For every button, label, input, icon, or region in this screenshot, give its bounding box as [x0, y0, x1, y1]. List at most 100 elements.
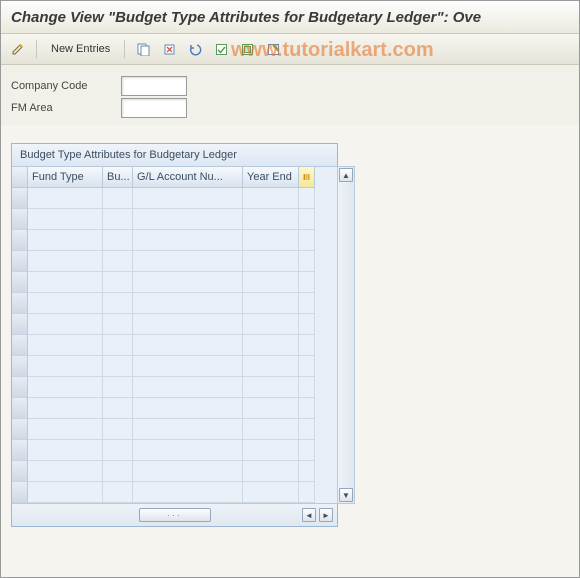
select-block-button[interactable] — [236, 38, 258, 60]
grid-cell[interactable] — [103, 356, 133, 377]
grid-cell[interactable] — [133, 209, 243, 230]
grid-cell[interactable] — [28, 377, 103, 398]
row-selector[interactable] — [12, 335, 28, 356]
grid-cell[interactable] — [243, 335, 299, 356]
grid-cell[interactable] — [28, 461, 103, 482]
grid-cell[interactable] — [103, 419, 133, 440]
grid-cell[interactable] — [133, 440, 243, 461]
configure-columns-button[interactable] — [299, 167, 315, 188]
grid-cell[interactable] — [28, 209, 103, 230]
grid-cell[interactable] — [103, 482, 133, 503]
row-selector[interactable] — [12, 314, 28, 335]
grid-cell[interactable] — [133, 482, 243, 503]
grid-cell[interactable] — [28, 419, 103, 440]
vscroll-up-button[interactable]: ▲ — [339, 168, 353, 182]
hscroll-left-button[interactable]: ◄ — [302, 508, 316, 522]
grid-cell[interactable] — [243, 272, 299, 293]
grid-corner-cell[interactable] — [12, 167, 28, 188]
grid-cell[interactable] — [28, 335, 103, 356]
select-all-button[interactable] — [210, 38, 232, 60]
grid-cell[interactable] — [133, 398, 243, 419]
grid-cell[interactable] — [133, 356, 243, 377]
row-selector[interactable] — [12, 377, 28, 398]
row-selector[interactable] — [12, 230, 28, 251]
grid-cell[interactable] — [243, 251, 299, 272]
grid-cell[interactable] — [103, 251, 133, 272]
row-selector[interactable] — [12, 209, 28, 230]
grid-cell[interactable] — [103, 209, 133, 230]
hscroll-handle[interactable]: ··· — [139, 508, 211, 522]
fm-area-input[interactable] — [121, 98, 187, 118]
row-selector[interactable] — [12, 356, 28, 377]
grid-cell[interactable] — [243, 356, 299, 377]
grid-cell[interactable] — [103, 314, 133, 335]
grid-cell[interactable] — [243, 482, 299, 503]
grid-cell[interactable] — [133, 230, 243, 251]
grid-cell[interactable] — [243, 419, 299, 440]
col-header-year-end[interactable]: Year End — [243, 167, 299, 188]
col-header-budget-type[interactable]: Bu... — [103, 167, 133, 188]
toggle-display-change-button[interactable] — [7, 38, 29, 60]
window-title: Change View "Budget Type Attributes for … — [11, 9, 481, 26]
grid-cell[interactable] — [28, 314, 103, 335]
grid-cell[interactable] — [243, 314, 299, 335]
col-header-fund-type[interactable]: Fund Type — [28, 167, 103, 188]
copy-as-button[interactable] — [132, 38, 154, 60]
grid-cell[interactable] — [103, 377, 133, 398]
deselect-all-button[interactable] — [262, 38, 284, 60]
row-end-cell — [299, 461, 315, 482]
grid-cell[interactable] — [28, 188, 103, 209]
grid-cell[interactable] — [243, 209, 299, 230]
grid-cell[interactable] — [133, 188, 243, 209]
vscroll-down-button[interactable]: ▼ — [339, 488, 353, 502]
grid-cell[interactable] — [28, 251, 103, 272]
grid-cell[interactable] — [103, 272, 133, 293]
grid-cell[interactable] — [133, 335, 243, 356]
grid-cell[interactable] — [103, 461, 133, 482]
grid-cell[interactable] — [28, 293, 103, 314]
row-selector[interactable] — [12, 419, 28, 440]
hscroll-right-button[interactable]: ► — [319, 508, 333, 522]
grid-cell[interactable] — [28, 272, 103, 293]
delete-button[interactable] — [158, 38, 180, 60]
grid-cell[interactable] — [243, 398, 299, 419]
grid-cell[interactable] — [28, 356, 103, 377]
row-selector[interactable] — [12, 482, 28, 503]
grid-cell[interactable] — [103, 440, 133, 461]
row-selector[interactable] — [12, 440, 28, 461]
grid-cell[interactable] — [243, 440, 299, 461]
grid-cell[interactable] — [133, 461, 243, 482]
company-code-input[interactable] — [121, 76, 187, 96]
row-selector[interactable] — [12, 293, 28, 314]
grid-cell[interactable] — [133, 293, 243, 314]
grid-cell[interactable] — [243, 377, 299, 398]
grid-cell[interactable] — [243, 293, 299, 314]
grid-cell[interactable] — [133, 272, 243, 293]
grid-cell[interactable] — [28, 440, 103, 461]
grid-cell[interactable] — [243, 461, 299, 482]
undo-button[interactable] — [184, 38, 206, 60]
grid-cell[interactable] — [103, 293, 133, 314]
row-selector[interactable] — [12, 272, 28, 293]
grid-cell[interactable] — [133, 251, 243, 272]
grid-cell[interactable] — [133, 377, 243, 398]
grid-cell[interactable] — [28, 230, 103, 251]
col-header-gl-account[interactable]: G/L Account Nu... — [133, 167, 243, 188]
company-code-row: Company Code — [11, 75, 569, 97]
grid-cell[interactable] — [28, 398, 103, 419]
row-selector[interactable] — [12, 461, 28, 482]
row-selector[interactable] — [12, 188, 28, 209]
grid-cell[interactable] — [133, 419, 243, 440]
new-entries-button[interactable]: New Entries — [44, 38, 117, 60]
row-selector[interactable] — [12, 251, 28, 272]
grid-cell[interactable] — [133, 314, 243, 335]
row-selector[interactable] — [12, 398, 28, 419]
grid-cell[interactable] — [243, 230, 299, 251]
grid-cell[interactable] — [103, 230, 133, 251]
grid-cell[interactable] — [103, 335, 133, 356]
grid-cell[interactable] — [103, 188, 133, 209]
grid-cell[interactable] — [103, 398, 133, 419]
window-title-bar: Change View "Budget Type Attributes for … — [1, 1, 579, 34]
grid-cell[interactable] — [243, 188, 299, 209]
grid-cell[interactable] — [28, 482, 103, 503]
